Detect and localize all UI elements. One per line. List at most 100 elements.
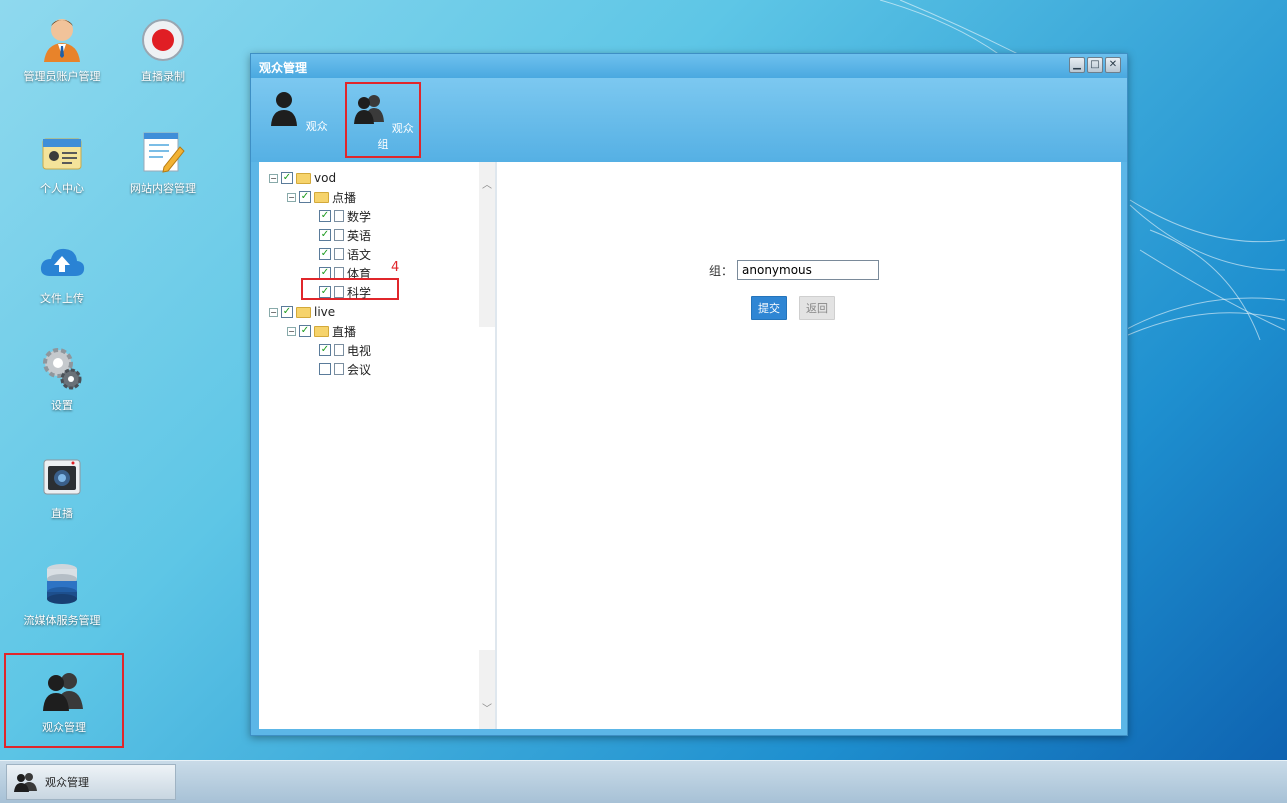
checkbox[interactable]: ✓ bbox=[319, 344, 331, 356]
users-icon bbox=[38, 665, 90, 717]
tree-node-label: 电视 bbox=[347, 343, 372, 358]
window-content: − ✓ vod − ✓ 点播 ✓ 数学 ✓ 英语 ✓ 语文 ✓ 体育 4 ✓ 科… bbox=[259, 162, 1121, 729]
gears-icon bbox=[36, 343, 88, 395]
collapse-icon[interactable]: − bbox=[269, 307, 278, 317]
pane-divider bbox=[495, 162, 497, 729]
desktop-icon-settings[interactable]: 设置 bbox=[7, 343, 117, 413]
database-icon bbox=[36, 558, 88, 610]
checkbox[interactable]: ✓ bbox=[299, 191, 311, 203]
desktop-icon-label: 网站内容管理 bbox=[130, 182, 196, 195]
tree-node-label: 会议 bbox=[347, 362, 372, 377]
tree-node-live-channel[interactable]: − ✓ 直播 bbox=[287, 323, 356, 339]
close-icon[interactable]: ✕ bbox=[1105, 57, 1121, 73]
desktop-icon-admin-accounts[interactable]: 管理员账户管理 bbox=[7, 14, 117, 84]
checkbox[interactable]: ✓ bbox=[319, 248, 331, 260]
collapse-icon[interactable]: − bbox=[287, 192, 296, 202]
user-icon bbox=[271, 92, 298, 126]
tree-node-label: 科学 bbox=[347, 285, 372, 300]
desktop-icon-label: 文件上传 bbox=[40, 292, 84, 305]
audience-management-window: 观众管理 ▁ □ ✕ 观众 观众组 − ✓ vod − ✓ 点播 ✓ 数学 ✓ … bbox=[250, 53, 1128, 736]
maximize-icon[interactable]: □ bbox=[1087, 57, 1103, 73]
tree-node-chinese[interactable]: ✓ 语文 bbox=[319, 246, 371, 262]
tree-scrollbar[interactable]: ︿ ﹀ bbox=[479, 162, 495, 729]
scrollbar-track bbox=[479, 650, 495, 729]
desktop-icon-site-content[interactable]: 网站内容管理 bbox=[108, 126, 218, 196]
id-card-icon bbox=[36, 126, 88, 178]
group-row: 组： bbox=[709, 260, 880, 280]
group-name-input[interactable] bbox=[737, 260, 880, 280]
tree-node-science[interactable]: ✓ 科学 bbox=[319, 284, 371, 300]
tree-node-tv[interactable]: ✓ 电视 bbox=[319, 342, 371, 358]
tree-node-vod-channel[interactable]: − ✓ 点播 bbox=[287, 189, 356, 205]
back-button[interactable]: 返回 bbox=[799, 296, 835, 320]
tree-node-label: 数学 bbox=[347, 209, 372, 224]
tree-node-live[interactable]: − ✓ live bbox=[269, 304, 335, 320]
desktop-icon-streaming-server[interactable]: 流媒体服务管理 bbox=[7, 558, 117, 628]
window-toolbar: 观众 观众组 bbox=[251, 78, 1127, 162]
folder-icon bbox=[314, 191, 329, 203]
document-icon bbox=[334, 286, 344, 298]
scroll-up-icon[interactable]: ︿ bbox=[479, 176, 495, 191]
checkbox[interactable]: ✓ bbox=[281, 172, 293, 184]
desktop-icon-audience-management[interactable]: 观众管理 bbox=[4, 653, 124, 748]
checkbox[interactable]: ✓ bbox=[299, 325, 311, 337]
taskbar-item-label: 观众管理 bbox=[45, 776, 89, 789]
folder-icon bbox=[314, 325, 329, 337]
desktop-icon-live[interactable]: 直播 bbox=[7, 451, 117, 521]
tree-node-meeting[interactable]: 会议 bbox=[319, 361, 371, 377]
window-title: 观众管理 bbox=[259, 61, 308, 75]
checkbox[interactable]: ✓ bbox=[281, 306, 293, 318]
cloud-upload-icon bbox=[36, 236, 88, 288]
desktop-icon-personal-center[interactable]: 个人中心 bbox=[7, 126, 117, 196]
submit-button[interactable]: 提交 bbox=[751, 296, 787, 320]
desktop-icon-label: 直播 bbox=[51, 507, 73, 520]
folder-icon bbox=[296, 172, 311, 184]
taskbar-item-audience-management[interactable]: 观众管理 bbox=[6, 764, 176, 800]
step-annotation: 4 bbox=[391, 260, 400, 275]
desktop-icon-live-recording[interactable]: 直播录制 bbox=[108, 14, 218, 84]
users-icon bbox=[14, 773, 37, 792]
window-title-bar[interactable]: 观众管理 ▁ □ ✕ bbox=[251, 54, 1127, 78]
tree-node-vod[interactable]: − ✓ vod bbox=[269, 170, 336, 186]
group-label: 组： bbox=[709, 263, 734, 278]
document-icon bbox=[334, 363, 344, 375]
desktop-icon-label: 流媒体服务管理 bbox=[23, 614, 101, 627]
tab-audience[interactable]: 观众 bbox=[259, 82, 335, 158]
collapse-icon[interactable]: − bbox=[269, 173, 278, 183]
desktop-icon-label: 个人中心 bbox=[40, 182, 84, 195]
checkbox[interactable]: ✓ bbox=[319, 229, 331, 241]
tree-node-label: 点播 bbox=[332, 190, 357, 205]
desktop-icon-label: 设置 bbox=[51, 399, 73, 412]
desktop-icon-file-upload[interactable]: 文件上传 bbox=[7, 236, 117, 306]
tree-node-label: 直播 bbox=[332, 324, 357, 339]
desktop-icon-label: 直播录制 bbox=[141, 70, 185, 83]
checkbox[interactable]: ✓ bbox=[319, 210, 331, 222]
tab-label: 观众 bbox=[305, 120, 328, 133]
tree-node-math[interactable]: ✓ 数学 bbox=[319, 208, 371, 224]
scroll-down-icon[interactable]: ﹀ bbox=[479, 700, 495, 715]
document-icon bbox=[334, 344, 344, 356]
folder-icon bbox=[296, 306, 311, 318]
record-icon bbox=[137, 14, 189, 66]
checkbox[interactable] bbox=[319, 363, 331, 375]
form-actions: 提交 返回 bbox=[751, 296, 835, 320]
group-form: 组： 提交 返回 bbox=[709, 260, 880, 320]
tab-audience-group[interactable]: 观众组 bbox=[345, 82, 421, 158]
admin-user-icon bbox=[36, 14, 88, 66]
document-icon bbox=[334, 210, 344, 222]
checkbox[interactable]: ✓ bbox=[319, 286, 331, 298]
collapse-icon[interactable]: − bbox=[287, 326, 296, 336]
document-icon bbox=[334, 248, 344, 260]
desktop-icon-label: 管理员账户管理 bbox=[23, 70, 101, 83]
window-controls: ▁ □ ✕ bbox=[1069, 57, 1121, 73]
minimize-icon[interactable]: ▁ bbox=[1069, 57, 1085, 73]
tree-node-english[interactable]: ✓ 英语 bbox=[319, 227, 371, 243]
camera-icon bbox=[36, 451, 88, 503]
taskbar: 观众管理 bbox=[0, 760, 1287, 803]
desktop-icon-label: 观众管理 bbox=[42, 721, 86, 734]
permission-tree: − ✓ vod − ✓ 点播 ✓ 数学 ✓ 英语 ✓ 语文 ✓ 体育 4 ✓ 科… bbox=[259, 162, 495, 729]
document-icon bbox=[334, 229, 344, 241]
tree-node-label: 语文 bbox=[347, 247, 372, 262]
tree-node-label: vod bbox=[314, 171, 337, 185]
tree-node-label: 英语 bbox=[347, 228, 372, 243]
